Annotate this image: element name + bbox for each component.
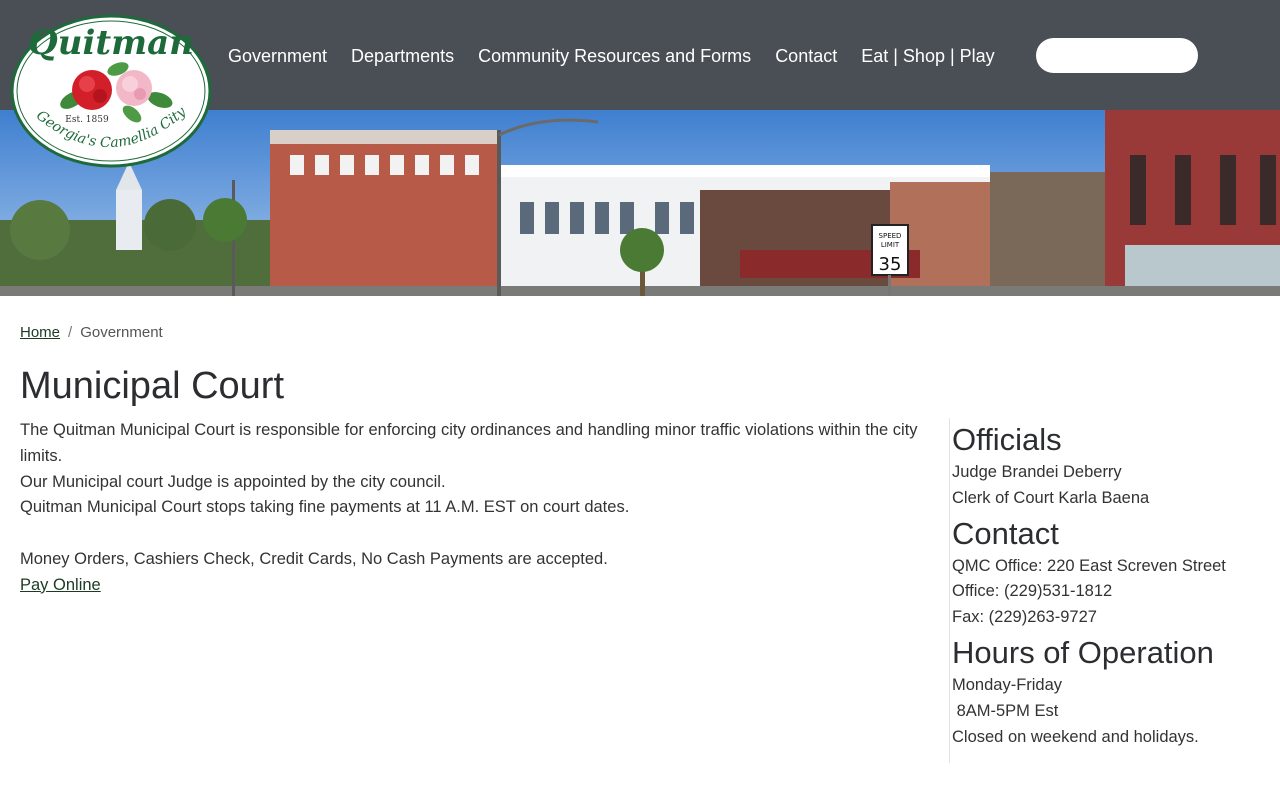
search-input[interactable]	[1036, 38, 1198, 73]
payment-cutoff-paragraph: Quitman Municipal Court stops taking fin…	[20, 498, 630, 517]
main-content: The Quitman Municipal Court is responsib…	[20, 418, 920, 599]
hours-closed: Closed on weekend and holidays.	[952, 727, 1199, 746]
logo-name: Quitman	[28, 23, 194, 63]
officials-section: Officials Judge Brandei Deberry Clerk of…	[952, 420, 1269, 512]
official-clerk: Clerk of Court Karla Baena	[952, 488, 1150, 507]
contact-fax: Fax: (229)263-9727	[952, 608, 1097, 627]
breadcrumb-home-link[interactable]: Home	[20, 324, 60, 341]
logo-established: Est. 1859	[65, 115, 109, 125]
judge-paragraph: Our Municipal court Judge is appointed b…	[20, 472, 446, 491]
breadcrumb-separator: /	[68, 324, 73, 341]
contact-office-phone: Office: (229)531-1812	[952, 582, 1113, 601]
intro-paragraph: The Quitman Municipal Court is responsib…	[20, 421, 918, 465]
hours-days: Monday-Friday	[952, 675, 1063, 694]
hours-times: 8AM-5PM Est	[952, 701, 1059, 720]
sidebar: Officials Judge Brandei Deberry Clerk of…	[949, 418, 1269, 763]
breadcrumb-current: Government	[80, 324, 163, 341]
nav-departments[interactable]: Departments	[351, 44, 454, 68]
official-judge: Judge Brandei Deberry	[952, 463, 1122, 481]
contact-section: Contact QMC Office: 220 East Screven Str…	[952, 514, 1269, 631]
nav-community-resources[interactable]: Community Resources and Forms	[478, 44, 751, 68]
officials-heading: Officials	[952, 422, 1062, 457]
pay-online-link[interactable]: Pay Online	[20, 576, 101, 594]
contact-address: QMC Office: 220 East Screven Street	[952, 556, 1226, 575]
speed-sign-mid: LIMIT	[881, 241, 900, 249]
speed-sign-top: SPEED	[879, 232, 902, 240]
hours-heading: Hours of Operation	[952, 634, 1214, 670]
nav-government[interactable]: Government	[228, 44, 327, 68]
page-title: Municipal Court	[20, 365, 284, 407]
speed-sign-number: 35	[879, 254, 902, 275]
site-logo[interactable]: Quitman Est. 1859 Georgia's Camellia Cit…	[10, 14, 212, 168]
payment-methods-paragraph: Money Orders, Cashiers Check, Credit Car…	[20, 549, 608, 568]
breadcrumb: Home / Government	[20, 323, 163, 343]
main-nav: Government Departments Community Resourc…	[228, 44, 995, 68]
hours-section: Hours of Operation Monday-Friday 8AM-5PM…	[952, 633, 1269, 750]
contact-heading: Contact	[952, 515, 1059, 551]
nav-contact[interactable]: Contact	[775, 44, 837, 68]
nav-eat-shop-play[interactable]: Eat | Shop | Play	[861, 44, 994, 68]
